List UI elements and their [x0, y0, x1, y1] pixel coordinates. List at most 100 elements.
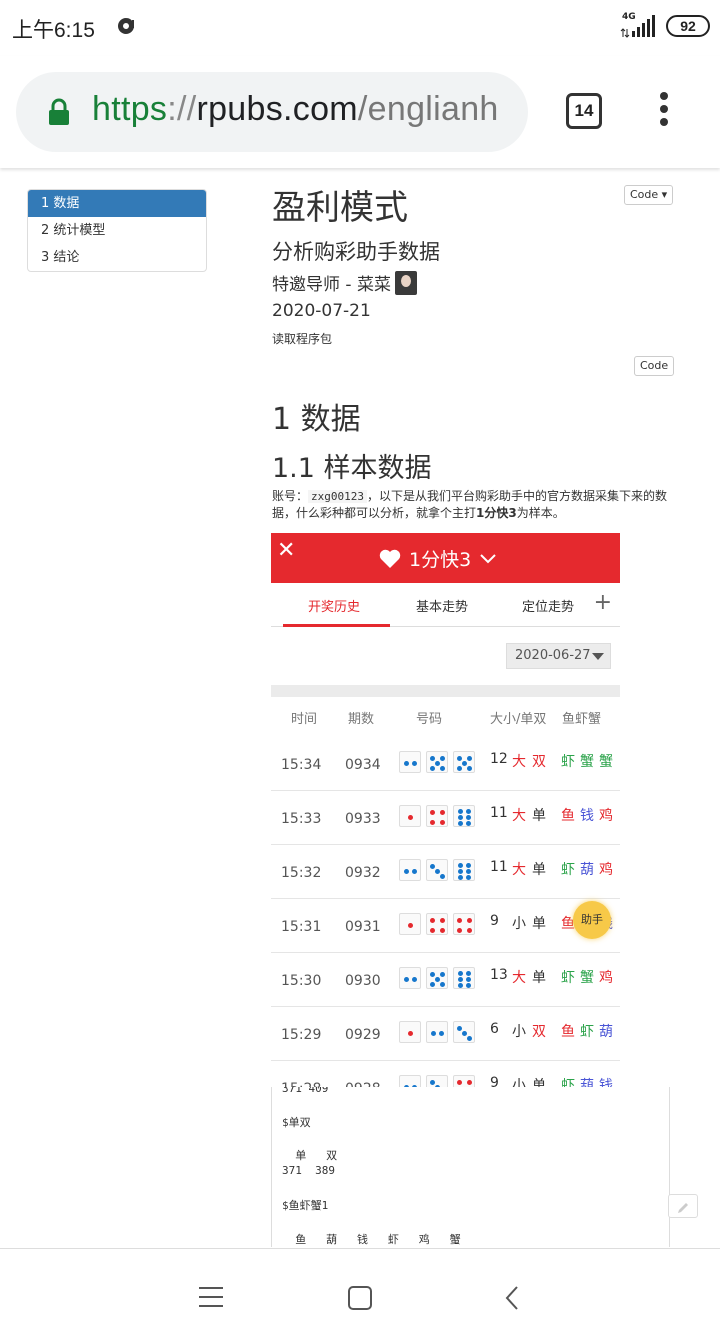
row-odd-even: 单	[532, 862, 546, 878]
game-name: 1分快3	[409, 549, 472, 571]
row-dice	[399, 913, 475, 935]
output-line: 371 409	[282, 1087, 329, 1095]
die-icon	[399, 1021, 421, 1043]
screenshot-tabs: 开奖历史 基本走势 定位走势 +	[271, 583, 620, 627]
die-icon	[426, 1021, 448, 1043]
die-icon	[453, 967, 475, 989]
die-icon	[453, 805, 475, 827]
row-time: 15:33	[281, 811, 322, 827]
column-header: 期数	[348, 712, 375, 727]
column-header: 大小/单双	[490, 712, 547, 727]
row-odd-even: 单	[532, 970, 546, 986]
die-icon	[426, 1075, 448, 1087]
url-bar[interactable]: https://rpubs.com/englianh	[16, 72, 528, 152]
die-icon	[453, 751, 475, 773]
die-icon	[399, 1075, 421, 1087]
table-of-contents: 1 数据 2 统计模型 3 结论	[27, 189, 207, 272]
die-icon	[426, 967, 448, 989]
row-issue: 0934	[345, 757, 381, 773]
die-icon	[426, 913, 448, 935]
row-fish: 鱼虾葫	[561, 1024, 618, 1040]
die-icon	[453, 913, 475, 935]
table-row: 15:30 0930 13 大单虾蟹鸡	[271, 953, 620, 1007]
row-fish: 虾葫钱	[561, 1078, 618, 1087]
die-icon	[399, 859, 421, 881]
row-big-small: 大	[512, 970, 526, 986]
code-toggle-button[interactable]: Code	[634, 356, 675, 376]
table-row: 15:3109319小单鱼钱钱	[271, 899, 620, 953]
tab-indicator	[283, 624, 390, 627]
output-line: 鱼 葫 钱 虾 鸡 蟹	[282, 1233, 461, 1246]
avatar	[394, 270, 417, 295]
row-time: 15:34	[281, 757, 322, 773]
code-chunk-note: 读取程序包	[272, 332, 333, 346]
row-fish: 虾蟹蟹	[561, 754, 618, 770]
url-text[interactable]: https://rpubs.com/englianh	[92, 90, 499, 129]
row-fish: 虾葫鸡	[561, 862, 618, 878]
row-dice	[399, 805, 475, 827]
code-toggle-all-button[interactable]: Code ▾	[624, 185, 674, 205]
row-big-small: 大	[512, 808, 526, 824]
section-heading: 1 数据	[272, 402, 361, 437]
helper-bubble: 助手	[573, 901, 611, 939]
output-line: 371 389	[282, 1164, 335, 1177]
author-name: 特邀导师 - 菜菜	[272, 275, 391, 295]
row-odd-even: 单	[532, 1078, 546, 1087]
row-odd-even: 单	[532, 808, 546, 824]
die-icon	[399, 913, 421, 935]
close-icon: ✕	[277, 538, 296, 563]
table-row: 15:2809289小单虾葫钱	[271, 1061, 620, 1087]
toc-item-conclusion[interactable]: 3 结论	[28, 244, 206, 271]
chevron-down-icon	[480, 553, 496, 563]
back-icon[interactable]	[504, 1285, 520, 1311]
lock-icon	[49, 98, 69, 125]
die-icon	[399, 967, 421, 989]
table-row: 15:33 0933 11 大单鱼钱鸡	[271, 791, 620, 845]
row-issue: 0933	[345, 811, 381, 827]
die-icon	[453, 1075, 475, 1087]
row-big-small: 小	[512, 1078, 526, 1087]
row-dice	[399, 1075, 475, 1087]
date-select: 2020-06-27	[506, 643, 611, 669]
row-time: 15:29	[281, 1027, 322, 1043]
row-issue: 0931	[345, 919, 381, 935]
screenshot-header: ✕ 1分快3	[271, 533, 620, 583]
tab-position-trend: 定位走势	[522, 600, 575, 615]
table-row: 15:34 0934 12 大双虾蟹蟹	[271, 737, 620, 791]
screenshot-title: 1分快3	[379, 545, 497, 572]
row-sum: 12	[490, 751, 508, 767]
paragraph: 账号： zxg00123 ，以下是从我们平台购彩助手中的官方数据采集下来的数据，什么…	[272, 489, 668, 520]
more-menu-icon[interactable]	[652, 92, 676, 132]
row-sum: 13	[490, 967, 508, 983]
row-dice	[399, 751, 475, 773]
die-icon	[426, 751, 448, 773]
row-issue: 0930	[345, 973, 381, 989]
output-line: $单双	[282, 1116, 311, 1129]
row-sum: 11	[490, 859, 508, 875]
column-header: 时间	[291, 712, 318, 727]
row-big-small: 小	[512, 1024, 526, 1040]
recent-apps-icon[interactable]	[199, 1287, 223, 1314]
row-dice	[399, 1021, 475, 1043]
subsection-heading: 1.1 样本数据	[272, 453, 432, 484]
home-icon[interactable]	[348, 1286, 372, 1310]
system-nav-bar	[0, 1248, 720, 1344]
tab-switcher-button[interactable]: 14	[566, 93, 602, 129]
toc-item-model[interactable]: 2 统计模型	[28, 217, 206, 244]
row-big-small: 大	[512, 862, 526, 878]
die-icon	[453, 1021, 475, 1043]
row-time: 15:32	[281, 865, 322, 881]
account-code: zxg00123	[308, 490, 367, 503]
status-time: 上午6:15	[12, 19, 95, 42]
column-header: 号码	[416, 712, 443, 727]
die-icon	[453, 859, 475, 881]
toc-item-data[interactable]: 1 数据	[28, 190, 206, 217]
divider	[271, 685, 620, 697]
row-issue: 0929	[345, 1027, 381, 1043]
edit-icon[interactable]	[668, 1194, 698, 1218]
heart-icon	[379, 549, 401, 568]
output-line: $鱼虾蟹1	[282, 1199, 329, 1212]
table-row: 15:29 0929 6 小双鱼虾葫	[271, 1007, 620, 1061]
row-sum: 9	[490, 1075, 499, 1087]
tab-basic-trend: 基本走势	[416, 600, 469, 615]
